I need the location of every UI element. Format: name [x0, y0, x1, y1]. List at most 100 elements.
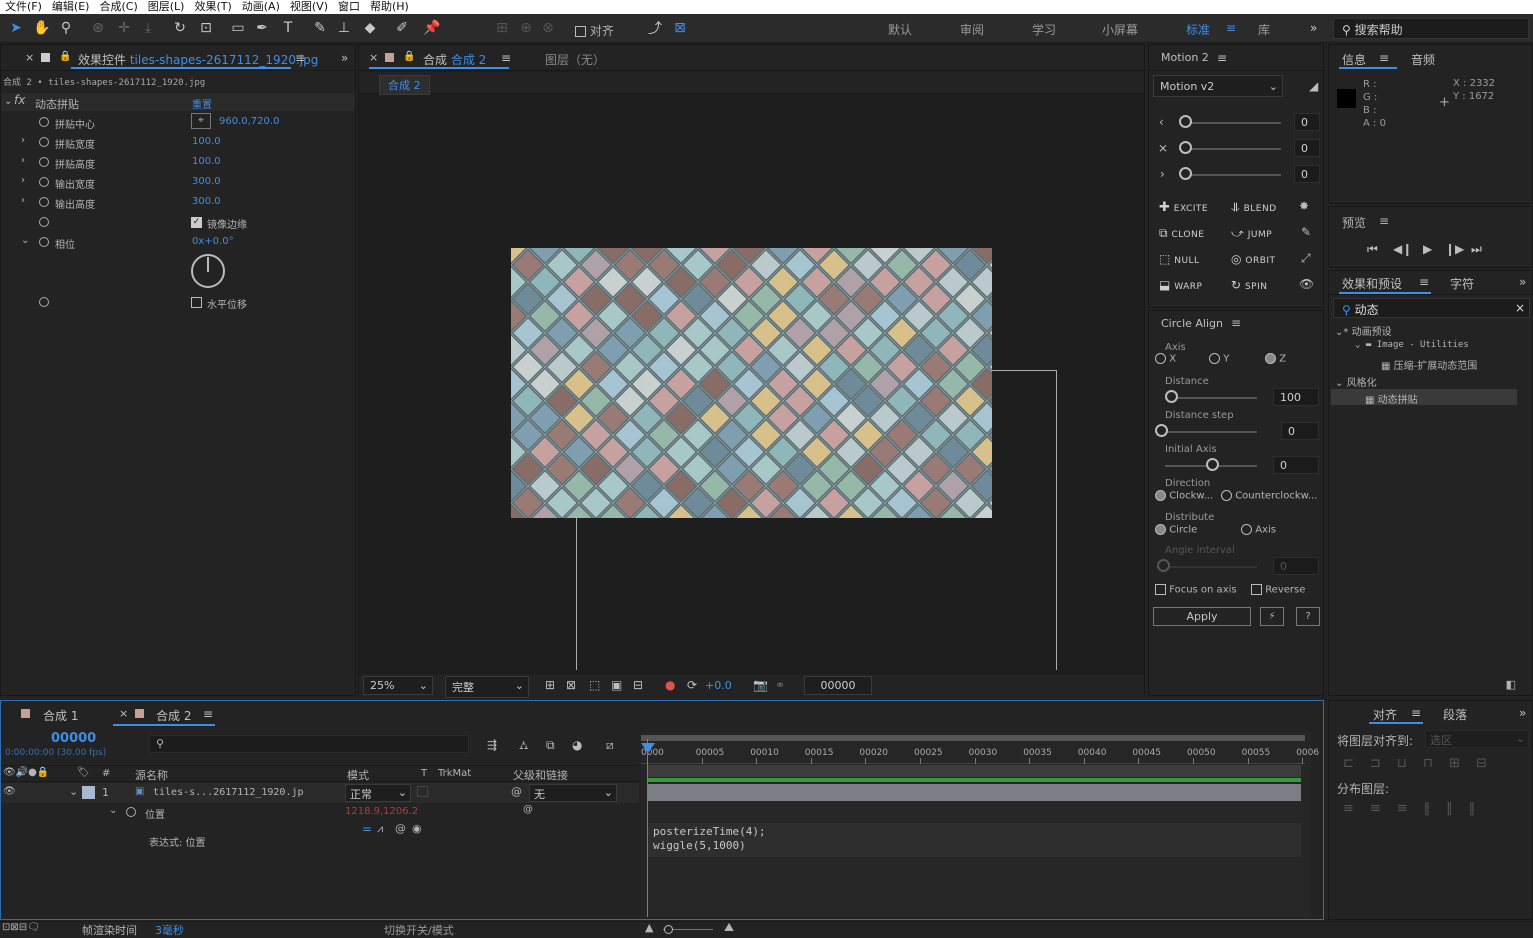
- pen-tool-icon[interactable]: ✒: [252, 18, 272, 38]
- graph-editor-icon[interactable]: ⧄: [606, 738, 614, 753]
- stopwatch-icon[interactable]: [39, 297, 49, 307]
- zoom-tool-icon[interactable]: ⚲: [56, 18, 76, 38]
- work-area-bar[interactable]: [641, 735, 1305, 741]
- clone-stamp-tool-icon[interactable]: ⊥: [334, 18, 354, 38]
- ease-in-knob[interactable]: [1179, 115, 1192, 128]
- distance-step-track[interactable]: [1165, 431, 1257, 433]
- collapse-arrow-icon[interactable]: ⌄: [21, 235, 29, 246]
- axis-y-radio[interactable]: Y: [1209, 353, 1229, 365]
- clear-search-icon[interactable]: ×: [1515, 301, 1525, 315]
- expression-enable-icon[interactable]: =: [362, 822, 372, 836]
- axis-z-radio[interactable]: Z: [1265, 353, 1286, 365]
- panel-menu-icon[interactable]: ≡: [1379, 214, 1389, 228]
- help-search-box[interactable]: ⚲ 搜索帮助: [1333, 18, 1529, 39]
- timeline-track-area[interactable]: 0000 00005 00010 00015 00020 00025 00030 00035 0…: [641, 731, 1319, 917]
- phase-angle-dial[interactable]: [191, 254, 225, 288]
- playhead-handle[interactable]: [641, 743, 655, 753]
- effect-header-row[interactable]: ⌄ fx 动态拼贴 重置: [1, 93, 355, 111]
- position-value[interactable]: 1218.9,1206.2: [345, 806, 418, 817]
- distance-step-knob[interactable]: [1155, 424, 1168, 437]
- panel-menu-icon[interactable]: ≡: [501, 51, 511, 65]
- clone-button[interactable]: ⧉ CLONE: [1159, 226, 1204, 241]
- eye-icon[interactable]: 👁: [1299, 277, 1314, 291]
- stopwatch-icon[interactable]: [39, 137, 49, 147]
- local-axis-icon[interactable]: ⊞: [492, 18, 512, 38]
- prop-value-tile-center[interactable]: 960.0,720.0: [219, 116, 279, 127]
- last-frame-icon[interactable]: ⏭: [1471, 242, 1482, 257]
- stopwatch-icon[interactable]: [39, 197, 49, 207]
- menu-edit[interactable]: 编辑(E): [47, 0, 95, 14]
- dolly-camera-icon[interactable]: ⤓: [138, 18, 158, 38]
- audio-tab[interactable]: 音频: [1411, 51, 1435, 68]
- composition-viewer-image[interactable]: [511, 248, 992, 518]
- stopwatch-icon[interactable]: [39, 177, 49, 187]
- stopwatch-icon[interactable]: [39, 157, 49, 167]
- menu-file[interactable]: 文件(F): [0, 0, 47, 14]
- puppet-tool-icon[interactable]: 📌: [422, 18, 442, 38]
- collapse-effect-icon[interactable]: ⌄: [4, 96, 12, 107]
- snap-toggle[interactable]: 对齐: [575, 22, 614, 39]
- tree-item-image-utilities[interactable]: ⌄ ▬ Image - Utilities: [1355, 340, 1469, 350]
- blend-mode-dropdown[interactable]: 正常 ⌄: [345, 784, 411, 802]
- play-icon[interactable]: ▶: [1423, 242, 1432, 256]
- effect-reset-link[interactable]: 重置: [192, 96, 212, 111]
- panel-menu-icon[interactable]: ≡: [1411, 706, 1421, 720]
- jump-button[interactable]: ⤻ JUMP: [1231, 226, 1272, 241]
- type-tool-icon[interactable]: T: [278, 18, 298, 38]
- burst-icon[interactable]: ✸: [1299, 199, 1309, 213]
- angle-interval-track[interactable]: [1165, 566, 1257, 568]
- lock-icon[interactable]: 🔒: [59, 51, 71, 62]
- ease-out-value[interactable]: 0: [1294, 165, 1320, 183]
- tree-item-stylize[interactable]: ⌄ 风格化: [1335, 374, 1377, 389]
- excite-button[interactable]: ✚ EXCITE: [1159, 200, 1208, 215]
- effects-tab-label[interactable]: 效果控件 tiles-shapes-2617112_1920.jpg: [78, 51, 318, 68]
- tree-item-compress-expand[interactable]: ▦ 压缩-扩展动态范围: [1381, 357, 1477, 372]
- panel-menu-icon[interactable]: ≡: [295, 51, 305, 65]
- mirror-edges-checkbox[interactable]: ✓: [191, 217, 202, 228]
- direction-counterclockwise-radio[interactable]: Counterclockw...: [1221, 490, 1317, 502]
- expression-language-menu-icon[interactable]: ◉: [412, 822, 422, 835]
- motion-panel-title[interactable]: Motion 2: [1161, 51, 1209, 64]
- menu-view[interactable]: 视图(V): [285, 0, 333, 14]
- stopwatch-icon[interactable]: [39, 237, 49, 247]
- horizontal-shift-checkbox[interactable]: [191, 297, 202, 308]
- close-tab-icon[interactable]: ×: [25, 51, 34, 64]
- view-axis-icon[interactable]: ⊗: [538, 18, 558, 38]
- spin-button[interactable]: ↻ SPIN: [1231, 278, 1267, 292]
- panel-menu-icon[interactable]: ≡: [1419, 275, 1429, 289]
- expression-pick-whip-icon[interactable]: @: [523, 804, 533, 815]
- fast-preview-icon[interactable]: ⊞: [545, 678, 555, 692]
- show-snapshot-icon[interactable]: ⚭: [775, 678, 785, 692]
- playhead-line[interactable]: [647, 739, 648, 917]
- panel-menu-icon[interactable]: ≡: [1379, 51, 1389, 65]
- snap-checkbox[interactable]: [575, 26, 586, 37]
- warp-button[interactable]: ⬓ WARP: [1159, 278, 1202, 292]
- channel-icon[interactable]: ●: [665, 678, 675, 692]
- layer-label-color[interactable]: [82, 786, 95, 799]
- resize-arrows-icon[interactable]: ⤢: [1301, 251, 1311, 266]
- help-button[interactable]: ?: [1296, 607, 1320, 626]
- parent-dropdown[interactable]: 无 ⌄: [529, 784, 617, 802]
- character-tab[interactable]: 字符: [1450, 275, 1474, 292]
- exposure-value[interactable]: +0.0: [705, 679, 732, 692]
- ease-both-knob[interactable]: [1179, 141, 1192, 154]
- tree-item-animation-presets[interactable]: ⌄* 动画预设: [1335, 323, 1392, 338]
- source-name-header[interactable]: 源名称: [135, 767, 168, 783]
- prop-value-tile-width[interactable]: 100.0: [192, 136, 221, 147]
- angle-interval-knob[interactable]: [1157, 559, 1170, 572]
- new-bin-icon[interactable]: ◧: [1506, 678, 1516, 691]
- motion-preset-dropdown[interactable]: Motion v2 ⌄: [1153, 75, 1283, 97]
- eraser-tool-icon[interactable]: ◆: [360, 18, 380, 38]
- motion-blur-icon[interactable]: ◕: [572, 738, 582, 752]
- expand-panels-icon[interactable]: »: [341, 51, 348, 65]
- timeline-tab-comp2[interactable]: 合成 2: [156, 707, 191, 724]
- distribute-axis-radio[interactable]: Axis: [1241, 524, 1276, 536]
- expand-arrow-icon[interactable]: ›: [21, 155, 25, 166]
- close-tab-icon[interactable]: ×: [369, 51, 378, 64]
- selection-tool-icon[interactable]: ➤: [6, 18, 26, 38]
- distance-knob[interactable]: [1165, 390, 1178, 403]
- expand-arrow-icon[interactable]: ›: [21, 175, 25, 186]
- video-toggle-icon[interactable]: 👁: [3, 786, 16, 797]
- time-ruler[interactable]: 0000 00005 00010 00015 00020 00025 00030 00035 0…: [641, 742, 1319, 764]
- color-management-icon[interactable]: ⟳: [687, 678, 697, 692]
